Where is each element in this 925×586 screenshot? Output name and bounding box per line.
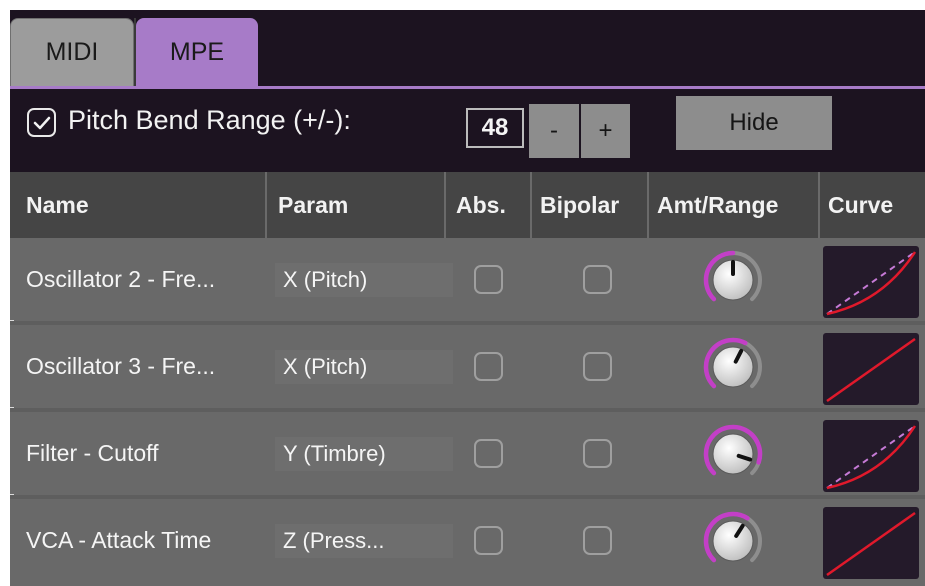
amount-knob[interactable]: [702, 510, 764, 572]
column-divider: [265, 172, 267, 238]
increment-button[interactable]: +: [581, 104, 630, 158]
column-header-abs: Abs.: [456, 191, 506, 218]
amount-knob[interactable]: [702, 336, 764, 398]
knob-cap: [712, 433, 754, 475]
pitch-bend-value-field[interactable]: 48: [466, 108, 524, 148]
row-name: Oscillator 3 - Fre...: [26, 353, 216, 379]
hide-button[interactable]: Hide: [676, 96, 832, 150]
table-row[interactable]: Oscillator 3 - Fre... X (Pitch): [10, 325, 925, 410]
curve-reference-line: [826, 425, 916, 489]
bipolar-checkbox[interactable]: [583, 526, 612, 555]
curve-line: [826, 337, 916, 403]
decrement-button[interactable]: -: [529, 104, 579, 158]
abs-checkbox[interactable]: [474, 352, 503, 381]
column-header-bipolar: Bipolar: [540, 191, 620, 218]
knob-cap: [712, 346, 754, 388]
column-divider: [647, 172, 649, 238]
table-row[interactable]: Filter - Cutoff Y (Timbre): [10, 412, 925, 497]
abs-checkbox[interactable]: [474, 526, 503, 555]
column-divider: [818, 172, 820, 238]
curve-editor[interactable]: [823, 333, 919, 405]
param-selector[interactable]: X (Pitch): [275, 350, 453, 384]
param-selector[interactable]: Y (Timbre): [275, 437, 453, 471]
amount-knob[interactable]: [702, 423, 764, 485]
column-header-curve: Curve: [828, 191, 894, 218]
abs-checkbox[interactable]: [474, 265, 503, 294]
column-divider: [530, 172, 532, 238]
mpe-settings-panel: MIDI MPE Pitch Bend Range (+/-): 48 - + …: [10, 10, 925, 586]
bipolar-checkbox[interactable]: [583, 352, 612, 381]
column-divider: [444, 172, 446, 238]
abs-checkbox[interactable]: [474, 439, 503, 468]
curve-editor[interactable]: [823, 420, 919, 492]
table-row[interactable]: Oscillator 2 - Fre... X (Pitch): [10, 238, 925, 323]
amount-knob[interactable]: [702, 249, 764, 311]
tab-mpe[interactable]: MPE: [136, 18, 258, 86]
tab-mpe-label: MPE: [169, 37, 225, 66]
row-name: VCA - Attack Time: [26, 527, 212, 553]
pitch-bend-checkbox[interactable]: [27, 108, 56, 137]
mapping-table: Oscillator 2 - Fre... X (Pitch) Oscillat…: [10, 238, 925, 586]
knob-cap: [712, 520, 754, 562]
checkmark-icon: [33, 116, 50, 129]
curve-line: [826, 511, 916, 577]
row-name: Oscillator 2 - Fre...: [26, 266, 216, 292]
param-selector[interactable]: X (Pitch): [275, 263, 453, 297]
curve-editor[interactable]: [823, 507, 919, 579]
pitch-bend-label: Pitch Bend Range (+/-):: [68, 105, 351, 135]
column-header-name: Name: [26, 191, 89, 218]
curve-editor[interactable]: [823, 246, 919, 318]
tab-midi[interactable]: MIDI: [10, 18, 134, 86]
bipolar-checkbox[interactable]: [583, 265, 612, 294]
tab-underline: [10, 86, 925, 89]
param-selector[interactable]: Z (Press...: [275, 524, 453, 558]
column-header-amt-range: Amt/Range: [657, 191, 779, 218]
table-row[interactable]: VCA - Attack Time Z (Press...: [10, 499, 925, 582]
curve-reference-line: [826, 251, 916, 315]
table-header: Name Param Abs. Bipolar Amt/Range Curve: [10, 172, 925, 238]
row-name: Filter - Cutoff: [26, 440, 159, 466]
bipolar-checkbox[interactable]: [583, 439, 612, 468]
tab-midi-label: MIDI: [45, 38, 99, 66]
column-header-param: Param: [278, 191, 349, 218]
